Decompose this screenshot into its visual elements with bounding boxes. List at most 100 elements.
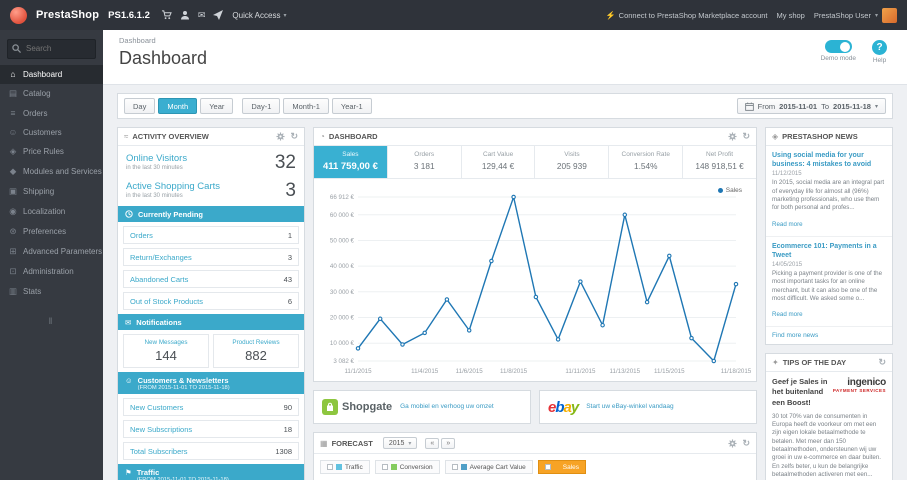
ebay-ad-link[interactable]: Start uw eBay-winkel vandaag bbox=[586, 403, 673, 411]
date-range-picker[interactable]: From 2015-11-01 To 2015-11-18 ▾ bbox=[736, 98, 886, 114]
filter-day-button[interactable]: Day bbox=[124, 98, 156, 114]
sidebar-item-catalog[interactable]: ▤ Catalog bbox=[0, 84, 103, 104]
shopgate-ad[interactable]: Shopgate Ga mobiel en verhoog uw omzet bbox=[313, 390, 531, 424]
breadcrumb[interactable]: Dashboard bbox=[119, 36, 891, 45]
filter-month-1-button[interactable]: Month-1 bbox=[283, 98, 329, 114]
sidebar-item-label: Customers bbox=[23, 127, 62, 137]
forecast-legend-average-cart-value[interactable]: Average Cart Value bbox=[444, 460, 533, 474]
sidebar-item-advanced-parameters[interactable]: ⊞ Advanced Parameters bbox=[0, 242, 103, 262]
forecast-legend-traffic[interactable]: Traffic bbox=[320, 460, 370, 474]
news-item-title[interactable]: Using social media for your business: 4 … bbox=[772, 151, 886, 169]
chart-legend[interactable]: Sales bbox=[717, 187, 742, 194]
refresh-icon[interactable]: ↻ bbox=[878, 358, 886, 367]
caret-down-icon: ▾ bbox=[874, 103, 878, 110]
sidebar-item-shipping[interactable]: ▣ Shipping bbox=[0, 182, 103, 202]
gear-icon[interactable] bbox=[728, 438, 738, 448]
shopgate-ad-link[interactable]: Ga mobiel en verhoog uw omzet bbox=[400, 403, 494, 411]
new-messages-box[interactable]: New Messages 144 bbox=[123, 334, 209, 368]
filter-year-1-button[interactable]: Year-1 bbox=[331, 98, 372, 114]
refresh-icon[interactable]: ↻ bbox=[290, 132, 298, 141]
read-more-link[interactable]: Read more bbox=[772, 221, 803, 228]
sidebar-item-label: Advanced Parameters bbox=[23, 247, 103, 256]
rocket-icon[interactable] bbox=[213, 10, 224, 20]
cart-icon[interactable] bbox=[161, 10, 172, 20]
orders-icon: ≡ bbox=[10, 108, 16, 118]
forecast-legend-conversion[interactable]: Conversion bbox=[374, 460, 440, 474]
gear-icon[interactable] bbox=[728, 132, 738, 141]
help-control: Help bbox=[872, 40, 887, 64]
ebay-ad[interactable]: ebay Start uw eBay-winkel vandaag bbox=[539, 390, 757, 424]
quick-access-label: Quick Access bbox=[232, 10, 281, 20]
pending-row-orders[interactable]: Orders 1 bbox=[123, 226, 299, 244]
ebay-letter-1: b bbox=[555, 398, 564, 416]
sidebar-item-localization[interactable]: ◉ Localization bbox=[0, 202, 103, 222]
mail-icon[interactable]: ✉ bbox=[198, 10, 206, 21]
customers-row-total-subscribers[interactable]: Total Subscribers 1308 bbox=[123, 442, 299, 460]
refresh-icon[interactable]: ↻ bbox=[742, 438, 750, 448]
demo-mode-toggle[interactable] bbox=[824, 40, 852, 53]
gear-icon[interactable] bbox=[276, 132, 286, 141]
kpi-sales[interactable]: Sales 411 759,00 € bbox=[314, 146, 388, 178]
checkbox-icon[interactable] bbox=[451, 464, 458, 470]
row-value: 18 bbox=[283, 424, 292, 434]
refresh-icon[interactable]: ↻ bbox=[742, 132, 750, 141]
active-carts-label[interactable]: Active Shopping Carts bbox=[126, 181, 220, 192]
news-item-title[interactable]: Ecommerce 101: Payments in a Tweet bbox=[772, 242, 886, 260]
forecast-year-select[interactable]: 2015 ▾ bbox=[382, 437, 418, 449]
panel-controls: ↻ bbox=[878, 358, 886, 367]
sidebar-item-modules[interactable]: ◆ Modules and Services bbox=[0, 162, 103, 182]
kpi-net-profit[interactable]: Net Profit 148 918,51 € bbox=[683, 146, 756, 178]
filter-month-button[interactable]: Month bbox=[158, 98, 198, 114]
prestashop-logo[interactable] bbox=[10, 6, 27, 24]
checkbox-icon[interactable] bbox=[381, 464, 388, 470]
svg-text:10 000 €: 10 000 € bbox=[330, 340, 355, 347]
sidebar-item-label: Shipping bbox=[23, 187, 55, 196]
news-item: Ecommerce 101: Payments in a Tweet 14/05… bbox=[766, 237, 892, 328]
sidebar-item-dashboard[interactable]: ⌂ Dashboard bbox=[0, 64, 103, 84]
kpi-cart-value[interactable]: Cart Value 129,44 € bbox=[462, 146, 536, 178]
filter-day-1-button[interactable]: Day-1 bbox=[242, 98, 281, 114]
checkbox-icon[interactable] bbox=[544, 464, 551, 470]
filter-year-button[interactable]: Year bbox=[200, 98, 234, 114]
active-carts-sub: in the last 30 minutes bbox=[126, 193, 183, 199]
panel-controls: ↻ bbox=[728, 438, 750, 448]
pending-row-abandoned-carts[interactable]: Abandoned Carts 43 bbox=[123, 270, 299, 288]
quick-access-menu[interactable]: Quick Access ▾ bbox=[232, 11, 286, 20]
kpi-orders[interactable]: Orders 3 181 bbox=[388, 146, 462, 178]
sidebar-item-stats[interactable]: ▥ Stats bbox=[0, 282, 103, 302]
customers-title: Customers & Newsletters bbox=[137, 375, 229, 385]
customers-row-new-subscriptions[interactable]: New Subscriptions 18 bbox=[123, 420, 299, 438]
sidebar-item-customers[interactable]: ☺ Customers bbox=[0, 123, 103, 142]
checkbox-icon[interactable] bbox=[327, 464, 333, 470]
advanced-parameters-icon: ⊞ bbox=[9, 246, 17, 256]
collapse-sidebar-button[interactable]: ‖ bbox=[0, 316, 103, 326]
forecast-prev-button[interactable]: « bbox=[425, 437, 440, 449]
kpi-label: Sales bbox=[342, 151, 359, 158]
online-visitors-label[interactable]: Online Visitors bbox=[126, 153, 187, 164]
find-more-news-link[interactable]: Find more news bbox=[766, 327, 892, 344]
news-item: Using social media for your business: 4 … bbox=[766, 146, 892, 237]
read-more-link[interactable]: Read more bbox=[772, 311, 803, 318]
customer-icon[interactable] bbox=[180, 10, 190, 20]
product-reviews-box[interactable]: Product Reviews 882 bbox=[213, 334, 299, 368]
sidebar-item-price-rules[interactable]: ◈ Price Rules bbox=[0, 142, 103, 162]
shop-name[interactable]: PS1.6.1.2 bbox=[108, 10, 150, 21]
pending-row-returns[interactable]: Return/Exchanges 3 bbox=[123, 248, 299, 266]
row-label: Total Subscribers bbox=[130, 446, 188, 456]
kpi-conversion-rate[interactable]: Conversion Rate 1.54% bbox=[609, 146, 684, 178]
sidebar-item-orders[interactable]: ≡ Orders bbox=[0, 104, 103, 123]
forecast-next-button[interactable]: » bbox=[441, 437, 456, 449]
pending-row-out-of-stock[interactable]: Out of Stock Products 6 bbox=[123, 292, 299, 310]
sidebar-item-preferences[interactable]: ⊛ Preferences bbox=[0, 222, 103, 242]
help-icon[interactable] bbox=[872, 40, 887, 55]
pending-section-header: Currently Pending bbox=[118, 206, 304, 222]
sidebar-item-administration[interactable]: ⊡ Administration bbox=[0, 262, 103, 282]
customers-row-new-customers[interactable]: New Customers 90 bbox=[123, 398, 299, 416]
kpi-visits[interactable]: Visits 205 939 bbox=[535, 146, 610, 178]
marketplace-link[interactable]: ⚡ Connect to PrestaShop Marketplace acco… bbox=[606, 11, 768, 20]
forecast-legend-sales[interactable]: Sales bbox=[537, 460, 586, 474]
svg-text:30 000 €: 30 000 € bbox=[330, 289, 355, 296]
user-menu[interactable]: PrestaShop User ▾ bbox=[814, 7, 897, 23]
my-shop-link[interactable]: My shop bbox=[777, 11, 805, 20]
tip-icon: ✦ bbox=[772, 358, 779, 368]
